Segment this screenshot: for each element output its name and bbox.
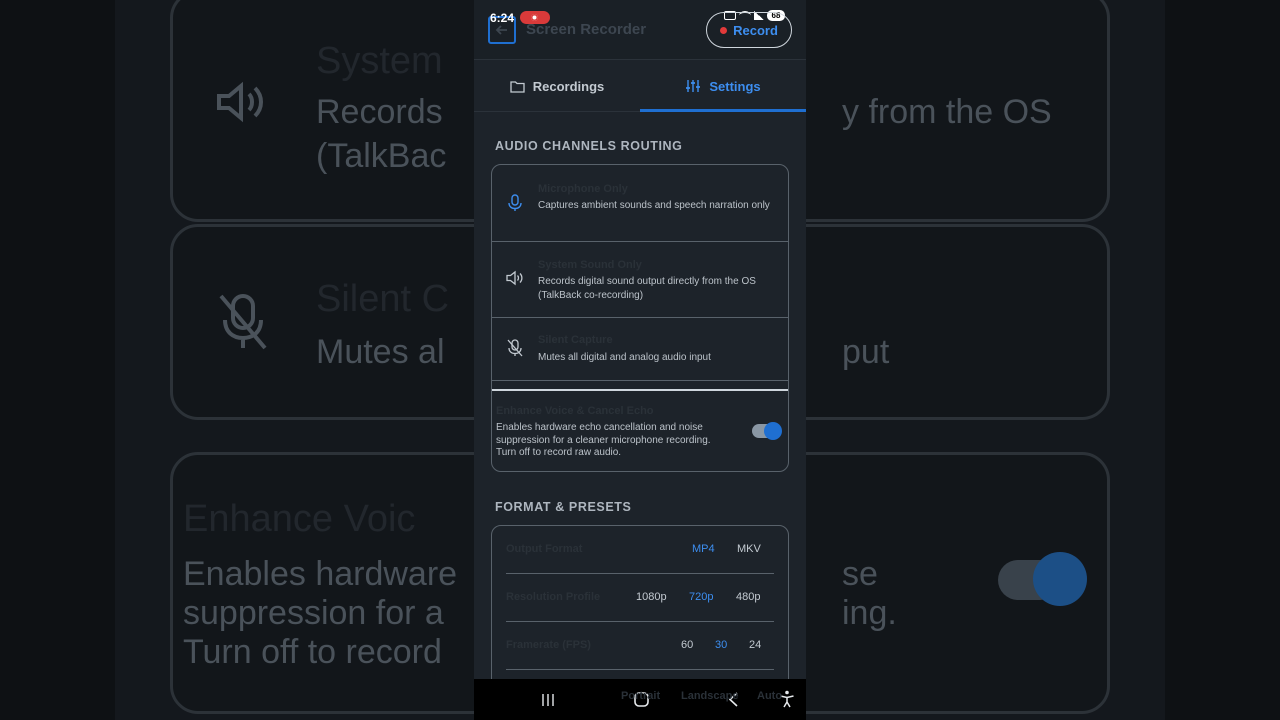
screen-recording-indicator <box>520 11 550 24</box>
option-30fps[interactable]: 30 <box>715 639 727 651</box>
mic-off-icon <box>215 290 271 359</box>
option-landscape[interactable]: Landscape <box>681 690 738 702</box>
row-label: Resolution Profile <box>506 591 601 603</box>
status-time: 6:24 <box>490 11 515 25</box>
record-label: Record <box>733 22 778 38</box>
option-portrait[interactable]: Portrait <box>621 690 660 702</box>
audio-routing-card: Microphone Only Captures ambient sounds … <box>491 164 789 472</box>
tab-bar: Recordings Settings <box>474 61 806 112</box>
backdrop-toggle-knob <box>1033 552 1087 606</box>
backdrop-title-silent: Silent C <box>316 278 450 320</box>
backdrop-text: suppression for a <box>183 594 444 632</box>
option-720p[interactable]: 720p <box>689 591 713 603</box>
folder-icon <box>510 80 525 93</box>
recent-apps-icon[interactable] <box>541 693 555 707</box>
app-bar: Screen Recorder 6:24 68 Record <box>474 0 806 60</box>
tab-recordings-label: Recordings <box>532 78 605 94</box>
microphone-icon <box>508 194 522 211</box>
option-description: Captures ambient sounds and speech narra… <box>538 200 770 211</box>
echo-title: Enhance Voice & Cancel Echo <box>496 405 654 417</box>
record-dot-icon <box>720 26 728 34</box>
option-title: Microphone Only <box>538 183 628 195</box>
backdrop-text: put <box>842 333 890 371</box>
option-description: Records digital sound output directly fr… <box>538 276 756 301</box>
mic-off-icon <box>507 339 523 357</box>
option-silent-capture[interactable]: Silent Capture Mutes all digital and ana… <box>492 318 788 381</box>
phone-screen: Screen Recorder 6:24 68 Record Recording… <box>474 0 806 720</box>
backdrop-text: ing. <box>842 594 897 632</box>
sliders-icon <box>686 80 701 92</box>
option-title: Silent Capture <box>538 334 613 346</box>
tab-recordings[interactable]: Recordings <box>474 61 640 111</box>
record-button[interactable]: Record <box>706 12 792 48</box>
option-60fps[interactable]: 60 <box>681 639 693 651</box>
backdrop-title-system: System <box>316 40 443 82</box>
option-description: Mutes all digital and analog audio input <box>538 352 711 363</box>
arrow-left-icon <box>495 25 507 35</box>
backdrop-text: Mutes al <box>316 333 445 371</box>
section-title-audio: AUDIO CHANNELS ROUTING <box>495 139 683 153</box>
speaker-icon <box>506 270 523 286</box>
backdrop-text: Records <box>316 93 443 131</box>
speaker-icon <box>215 80 271 129</box>
option-24fps[interactable]: 24 <box>749 639 761 651</box>
section-title-format: FORMAT & PRESETS <box>495 500 632 514</box>
option-mkv[interactable]: MKV <box>737 543 761 555</box>
option-1080p[interactable]: 1080p <box>636 591 667 603</box>
echo-toggle-knob[interactable] <box>764 422 782 440</box>
row-resolution: Resolution Profile 1080p 720p 480p <box>506 574 774 622</box>
backdrop-text: (TalkBac <box>316 137 447 175</box>
option-480p[interactable]: 480p <box>736 591 760 603</box>
echo-cancel-row: Enhance Voice & Cancel Echo Enables hard… <box>492 391 788 471</box>
row-label: Output Format <box>506 543 583 555</box>
row-output-format: Output Format MP4 MKV <box>506 526 774 574</box>
option-system-sound-only[interactable]: System Sound Only Records digital sound … <box>492 242 788 318</box>
backdrop-text: Turn off to record <box>183 633 442 671</box>
option-auto[interactable]: Auto <box>757 690 782 702</box>
backdrop-title-enhance: Enhance Voic <box>183 498 416 540</box>
tab-settings-label: Settings <box>709 78 761 94</box>
backdrop-text: Enables hardware <box>183 555 458 593</box>
echo-description: Enables hardware echo cancellation and n… <box>496 422 711 458</box>
option-title: System Sound Only <box>538 259 642 271</box>
tab-settings[interactable]: Settings <box>640 61 806 112</box>
backdrop-text: y from the OS <box>842 93 1052 131</box>
option-mp4[interactable]: MP4 <box>692 543 715 555</box>
row-framerate: Framerate (FPS) 60 30 24 <box>506 622 774 670</box>
option-microphone-only[interactable]: Microphone Only Captures ambient sounds … <box>492 165 788 242</box>
backdrop-text: se <box>842 555 878 593</box>
row-label: Framerate (FPS) <box>506 639 591 651</box>
